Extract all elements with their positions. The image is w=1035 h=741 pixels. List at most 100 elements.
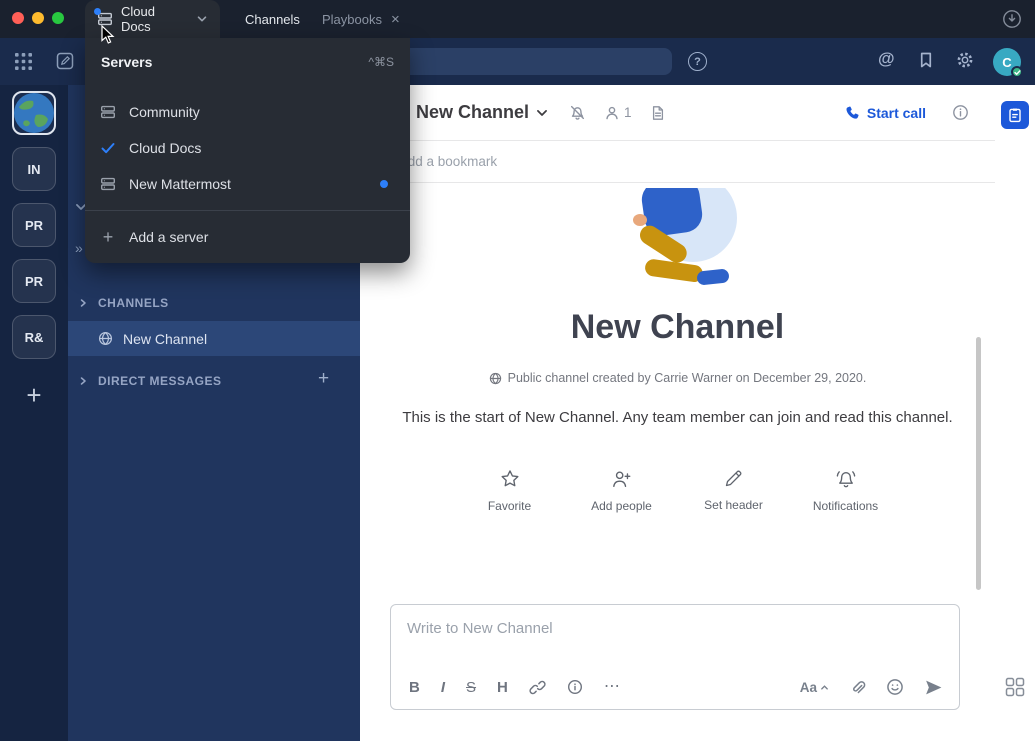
mouse-cursor	[101, 25, 115, 45]
servers-dropdown-menu: Servers ^⌘S Community Cloud Docs New M	[85, 38, 410, 263]
set-header-label: Set header	[704, 498, 763, 512]
bookmark-bar[interactable]: + Add a bookmark	[360, 141, 995, 183]
favorite-label: Favorite	[488, 499, 531, 513]
channel-members-button[interactable]: 1	[604, 105, 632, 121]
notifications-muted-bell-icon[interactable]	[569, 104, 586, 121]
mattermost-window: Cloud Docs Channels Playbooks × ? @	[0, 0, 1035, 741]
user-avatar[interactable]: C	[993, 48, 1021, 76]
chevron-down-icon	[196, 13, 208, 25]
heading-button[interactable]: H	[497, 680, 508, 695]
server-icon	[99, 176, 117, 192]
channel-info-icon[interactable]	[952, 104, 969, 121]
menu-item-add-server[interactable]: + Add a server	[85, 219, 410, 255]
info-circle-icon[interactable]	[567, 679, 583, 695]
sidebar-item-new-channel[interactable]: New Channel	[68, 321, 360, 356]
star-icon	[499, 468, 521, 490]
servers-menu-title: Servers	[101, 54, 152, 70]
notifications-button[interactable]: Notifications	[807, 468, 885, 513]
chevron-down-icon[interactable]	[535, 106, 549, 120]
team-icon-globe[interactable]	[12, 91, 56, 135]
menu-item-new-mattermost[interactable]: New Mattermost	[85, 166, 410, 202]
pinned-files-icon[interactable]	[650, 105, 666, 121]
channels-category-header[interactable]: CHANNELS	[78, 296, 169, 310]
unread-dot	[94, 8, 101, 15]
menu-divider	[85, 210, 410, 211]
team-initials: PR	[25, 274, 43, 289]
member-icon	[604, 105, 620, 121]
team-initials: R&	[25, 330, 44, 345]
channel-created-byline: Public channel created by Carrie Warner …	[360, 371, 995, 385]
phone-icon	[845, 105, 860, 120]
globe-icon	[489, 372, 502, 385]
person-plus-icon	[610, 468, 633, 490]
help-icon[interactable]: ?	[688, 52, 707, 71]
link-icon[interactable]	[529, 679, 546, 696]
bold-button[interactable]: B	[409, 680, 420, 695]
team-icon-pr-1[interactable]: PR	[12, 203, 56, 247]
tab-channels-label: Channels	[245, 12, 300, 27]
channel-title[interactable]: New Channel	[416, 102, 529, 123]
channel-intro: New Channel Public channel created by Ca…	[360, 183, 995, 513]
app-bar-playbooks-icon[interactable]	[1001, 101, 1029, 129]
apps-grid-icon[interactable]	[1004, 676, 1026, 698]
direct-messages-category-label: DIRECT MESSAGES	[98, 374, 222, 388]
download-update-icon[interactable]	[1002, 9, 1022, 29]
tab-playbooks[interactable]: Playbooks ×	[322, 0, 400, 38]
menu-item-cloud-docs[interactable]: Cloud Docs	[85, 130, 410, 166]
start-call-button[interactable]: Start call	[845, 105, 926, 121]
pencil-icon	[723, 468, 744, 489]
team-icon-pr-2[interactable]: PR	[12, 259, 56, 303]
formatting-toggle-label: Aa	[800, 680, 817, 695]
saved-posts-bookmark-icon[interactable]	[917, 51, 935, 69]
strikethrough-button[interactable]: S	[466, 680, 476, 695]
direct-messages-category-header[interactable]: DIRECT MESSAGES	[78, 374, 222, 388]
formatting-toggle-button[interactable]: Aa	[800, 680, 829, 695]
menu-item-label: Community	[129, 104, 200, 120]
send-icon[interactable]	[924, 678, 943, 697]
favorite-button[interactable]: Favorite	[471, 468, 549, 513]
menu-item-label: New Mattermost	[129, 176, 231, 192]
set-header-button[interactable]: Set header	[695, 468, 773, 513]
main-content: New Channel 1 Start call	[360, 85, 995, 741]
compose-message-icon[interactable]	[55, 51, 75, 71]
double-chevron-icon: »	[75, 240, 83, 256]
search-input[interactable]	[398, 48, 672, 75]
channel-intro-description: This is the start of New Channel. Any te…	[398, 407, 958, 430]
tab-channels[interactable]: Channels	[245, 0, 300, 38]
team-sidebar: IN PR PR R& +	[0, 85, 68, 741]
minimize-window-button[interactable]	[32, 12, 44, 24]
globe-icon	[98, 331, 113, 346]
add-people-button[interactable]: Add people	[583, 468, 661, 513]
close-tab-icon[interactable]: ×	[391, 12, 400, 27]
message-input[interactable]	[391, 605, 959, 651]
channel-intro-actions: Favorite Add people Set header	[360, 468, 995, 513]
team-initials: PR	[25, 218, 43, 233]
menu-item-label: Cloud Docs	[129, 140, 201, 156]
add-team-button[interactable]: +	[12, 373, 56, 417]
add-direct-message-button[interactable]: +	[318, 368, 329, 390]
at-mentions-icon[interactable]: @	[878, 49, 895, 69]
italic-button[interactable]: I	[441, 680, 445, 695]
member-count: 1	[624, 105, 632, 120]
emoji-smiley-icon[interactable]	[886, 678, 904, 696]
channel-name-label: New Channel	[123, 331, 207, 347]
add-bookmark-label: Add a bookmark	[399, 154, 497, 169]
avatar-initial: C	[1002, 55, 1011, 70]
add-server-label: Add a server	[129, 229, 208, 245]
zoom-window-button[interactable]	[52, 12, 64, 24]
menu-item-community[interactable]: Community	[85, 94, 410, 130]
team-icon-in[interactable]: IN	[12, 147, 56, 191]
paperclip-attach-icon[interactable]	[849, 679, 866, 696]
start-call-label: Start call	[867, 105, 926, 121]
team-icon-r-and[interactable]: R&	[12, 315, 56, 359]
settings-gear-icon[interactable]	[955, 50, 975, 70]
online-status-icon	[1011, 66, 1023, 78]
bell-ring-icon	[835, 468, 857, 490]
scrollbar-thumb[interactable]	[976, 337, 981, 590]
plus-icon: +	[99, 228, 117, 246]
channel-intro-title: New Channel	[360, 308, 995, 347]
close-window-button[interactable]	[12, 12, 24, 24]
product-switcher-grid-icon[interactable]	[14, 52, 33, 71]
more-formatting-icon[interactable]: ⋯	[604, 679, 620, 695]
check-icon	[99, 140, 117, 156]
